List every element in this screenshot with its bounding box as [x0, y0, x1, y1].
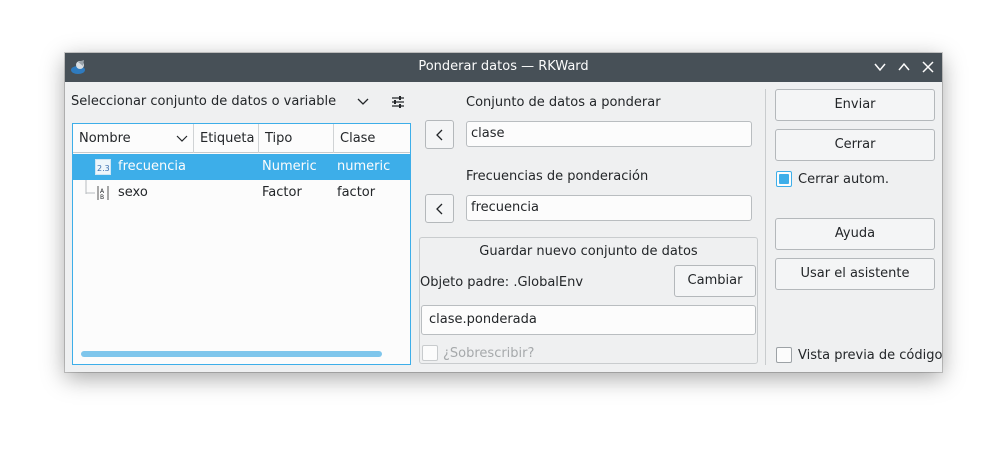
row-clase: numeric	[337, 159, 391, 174]
variable-table[interactable]: Nombre Etiqueta Tipo Clase 2.3 frecuenci…	[72, 123, 411, 365]
column-header-clase[interactable]: Clase	[334, 124, 410, 153]
weights-field[interactable]: frecuencia	[466, 195, 752, 221]
column-header-tipo[interactable]: Tipo	[259, 124, 334, 153]
column-header-etiqueta[interactable]: Etiqueta	[194, 124, 259, 153]
close-icon[interactable]	[921, 60, 935, 74]
help-button[interactable]: Ayuda	[775, 218, 935, 250]
select-dataset-button[interactable]	[425, 120, 454, 149]
submit-button[interactable]: Enviar	[775, 89, 935, 121]
chevron-left-icon	[436, 129, 443, 141]
chevron-down-icon[interactable]	[356, 95, 370, 109]
window-title: Ponderar datos — RKWard	[418, 59, 589, 74]
chevron-left-icon	[436, 203, 443, 215]
code-preview-label: Vista previa de código	[798, 348, 943, 363]
change-parent-button[interactable]: Cambiar	[674, 265, 756, 297]
row-nombre: frecuencia	[118, 159, 186, 174]
column-header-nombre[interactable]: Nombre	[73, 124, 194, 153]
row-tipo: Factor	[262, 185, 302, 200]
title-bar[interactable]: Ponderar datos — RKWard	[65, 53, 942, 82]
wizard-button[interactable]: Usar el asistente	[775, 258, 935, 290]
close-button[interactable]: Cerrar	[775, 129, 935, 161]
variable-selector-label: Seleccionar conjunto de datos o variable	[71, 94, 337, 109]
factor-variable-icon: A B	[97, 186, 109, 201]
dialog-window: Ponderar datos — RKWard Seleccionar conj…	[65, 53, 942, 372]
parent-object-label: Objeto padre: .GlobalEnv	[420, 275, 584, 290]
code-preview-checkbox[interactable]	[776, 347, 792, 363]
numeric-variable-icon: 2.3	[95, 159, 111, 175]
table-row[interactable]: A B sexo Factor factor	[73, 180, 410, 206]
weights-label: Frecuencias de ponderación	[466, 169, 649, 184]
dataset-label: Conjunto de datos a ponderar	[466, 95, 661, 110]
select-weights-button[interactable]	[425, 194, 454, 223]
svg-text:B: B	[100, 194, 104, 201]
minimize-icon[interactable]	[873, 60, 887, 74]
row-nombre: sexo	[118, 185, 148, 200]
row-tipo: Numeric	[262, 159, 317, 174]
overwrite-checkbox[interactable]	[422, 345, 438, 361]
overwrite-label: ¿Sobrescribir?	[443, 346, 535, 361]
maximize-icon[interactable]	[897, 60, 911, 74]
table-row[interactable]: 2.3 frecuencia Numeric numeric	[73, 154, 410, 180]
save-dataset-group: Guardar nuevo conjunto de datos Objeto p…	[419, 237, 758, 364]
dataset-field[interactable]: clase	[466, 121, 752, 147]
sort-chevron-icon[interactable]	[176, 133, 188, 145]
svg-text:2.3: 2.3	[97, 164, 110, 173]
auto-close-checkbox[interactable]	[776, 171, 792, 187]
auto-close-label: Cerrar autom.	[798, 172, 890, 187]
horizontal-scrollbar[interactable]	[81, 351, 382, 357]
row-clase: factor	[337, 185, 376, 200]
save-group-title: Guardar nuevo conjunto de datos	[479, 244, 698, 259]
object-name-field[interactable]: clase.ponderada	[421, 305, 756, 335]
table-header: Nombre Etiqueta Tipo Clase	[73, 124, 410, 153]
vertical-separator	[765, 89, 766, 365]
filter-settings-icon[interactable]	[390, 94, 406, 110]
